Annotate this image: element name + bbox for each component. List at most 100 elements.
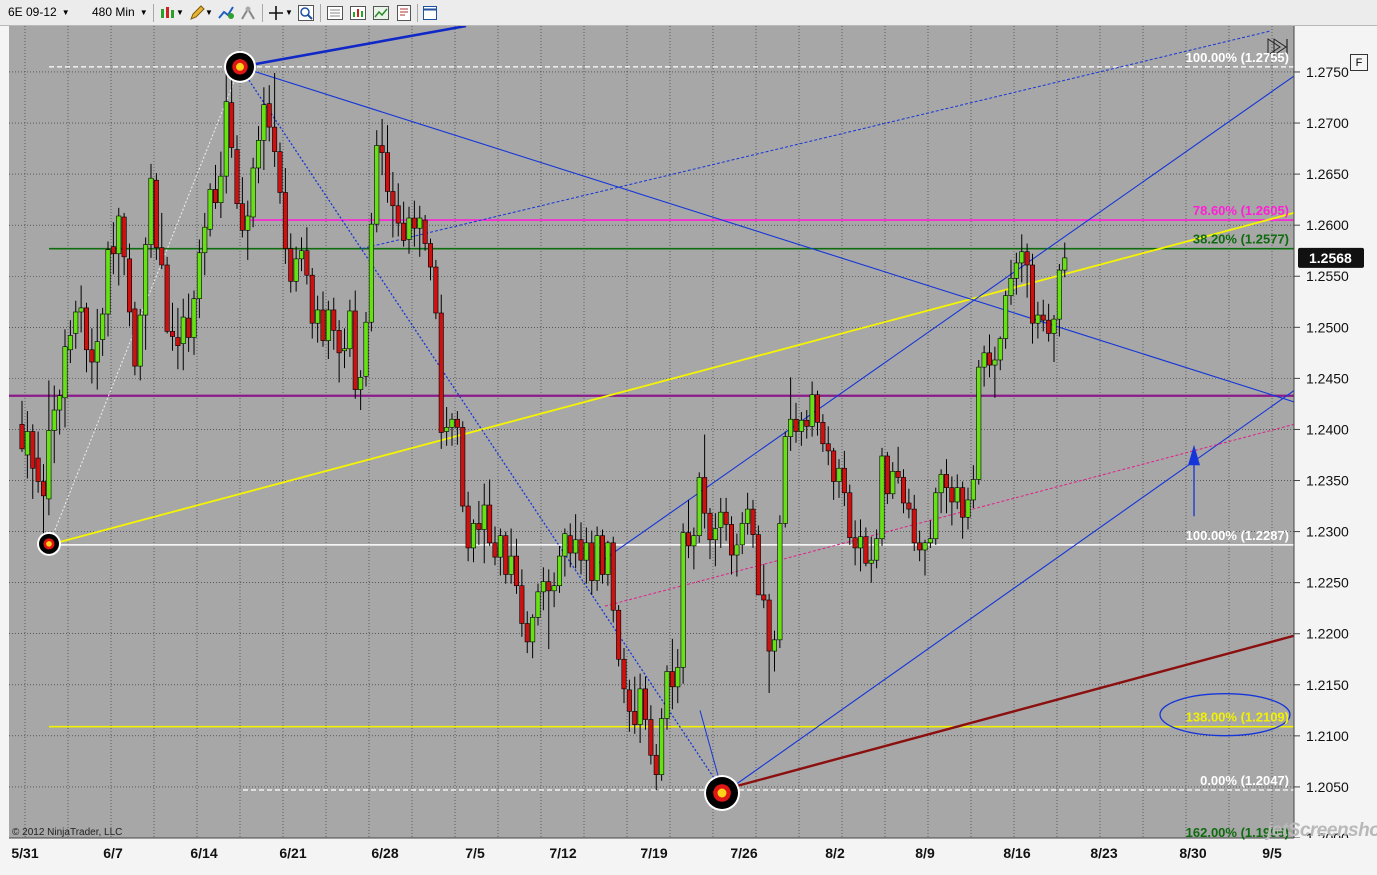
window-icon[interactable] xyxy=(421,4,439,22)
price-tick-label: 1.2200 xyxy=(1306,626,1349,642)
chevron-down-icon[interactable]: ▼ xyxy=(285,4,293,22)
instrument-selector[interactable]: 6E 09-12 ▼ xyxy=(8,3,70,22)
price-tick-label: 1.2550 xyxy=(1306,268,1349,284)
candle-body xyxy=(745,508,751,524)
copyright-label: © 2012 NinjaTrader, LLC xyxy=(12,827,122,838)
candle-body xyxy=(831,450,837,482)
window-mode-button[interactable]: F xyxy=(1350,54,1368,71)
price-tick-label: 1.2450 xyxy=(1306,370,1349,386)
candle-up xyxy=(207,183,213,237)
candle-body xyxy=(938,474,944,494)
candle-body xyxy=(476,523,482,530)
candle-body xyxy=(148,177,154,245)
fib-label-138: 138.00% (1.2109) xyxy=(1186,710,1289,725)
candle-body xyxy=(922,542,928,551)
candle-body xyxy=(401,222,407,241)
crosshair-icon[interactable] xyxy=(267,4,285,22)
candle-body xyxy=(868,559,874,564)
candle-body xyxy=(675,667,681,688)
candle-body xyxy=(175,337,181,346)
chevron-down-icon[interactable]: ▼ xyxy=(176,4,184,22)
price-tick-label: 1.2700 xyxy=(1306,115,1349,131)
candle-body xyxy=(669,671,675,688)
time-tick-label: 7/19 xyxy=(640,845,667,861)
chart-window[interactable]: 1.2750 1.2700 1.2650 1.2600 1.2550 1.2500 1.24… xyxy=(0,26,1377,875)
candle-body xyxy=(664,671,670,719)
candle-body xyxy=(30,431,36,469)
time-tick-label: 6/7 xyxy=(103,845,123,861)
candle-body xyxy=(341,348,347,352)
candle-body xyxy=(626,689,632,712)
candle-body xyxy=(213,189,219,203)
chart-properties-icon[interactable] xyxy=(326,4,344,22)
candle-body xyxy=(272,126,278,152)
candle-body xyxy=(616,609,622,660)
candle-body xyxy=(890,471,896,495)
price-tick-label: 1.2250 xyxy=(1306,575,1349,591)
chart-plot-area[interactable] xyxy=(9,26,1294,838)
interval-selector[interactable]: 480 Min ▼ xyxy=(92,3,148,22)
candle-body xyxy=(449,418,455,428)
candle-body xyxy=(105,249,111,315)
indicators-icon[interactable] xyxy=(217,4,235,22)
fib-label-382: 38.20% (1.2577) xyxy=(1193,232,1289,247)
candle-body xyxy=(562,533,568,557)
zoom-icon[interactable] xyxy=(297,4,315,22)
candle-body xyxy=(57,395,63,411)
price-chart[interactable]: 1.2750 1.2700 1.2650 1.2600 1.2550 1.2500 1.24… xyxy=(0,26,1377,875)
candle-body xyxy=(551,585,557,592)
candle-body xyxy=(954,487,960,503)
candle-body xyxy=(411,217,417,229)
candle-body xyxy=(1024,251,1030,266)
candle-up xyxy=(696,472,702,543)
chart-toolbar: 6E 09-12 ▼ 480 Min ▼ ▼ ▼ ▼ xyxy=(0,0,1377,26)
time-axis[interactable]: 5/31 6/7 6/14 6/21 6/28 7/5 7/12 7/19 7/26 8/2 8/9… xyxy=(0,837,1377,875)
candle-body xyxy=(766,599,772,652)
data-series-icon[interactable] xyxy=(349,4,367,22)
candle-up xyxy=(374,130,380,233)
drawing-pencil-icon[interactable] xyxy=(188,4,206,22)
candle-body xyxy=(40,481,46,497)
time-tick-label: 8/30 xyxy=(1179,845,1206,861)
candle-body xyxy=(702,477,708,514)
candle-body xyxy=(788,418,794,437)
swing-high-marker xyxy=(224,50,256,83)
candle-up xyxy=(777,515,783,649)
candle-down xyxy=(755,525,761,596)
candle-body xyxy=(546,581,552,592)
candle-body xyxy=(24,431,30,456)
candle-body xyxy=(798,419,804,432)
candle-body xyxy=(255,140,261,169)
candle-body xyxy=(51,409,57,431)
candle-body xyxy=(836,467,842,482)
candle-body xyxy=(19,424,25,450)
candle-body xyxy=(637,688,643,725)
time-tick-label: 8/23 xyxy=(1090,845,1117,861)
candle-body xyxy=(374,145,380,225)
fib-label-100-mid: 100.00% (1.2287) xyxy=(1186,528,1289,543)
candle-body xyxy=(320,309,326,341)
save-template-icon[interactable] xyxy=(372,4,390,22)
candle-body xyxy=(234,149,240,205)
price-axis[interactable]: 1.2750 1.2700 1.2650 1.2600 1.2550 1.2500 1.24… xyxy=(1293,26,1377,846)
candle-up xyxy=(933,487,939,545)
candle-body xyxy=(610,542,616,611)
candle-body xyxy=(884,455,890,495)
candle-body xyxy=(857,536,863,549)
bar-type-icon[interactable] xyxy=(158,4,176,22)
candle-body xyxy=(648,719,654,756)
candle-body xyxy=(986,352,992,366)
candle-body xyxy=(503,535,509,575)
fib-label-786: 78.60% (1.2605) xyxy=(1193,203,1289,218)
toolbar-divider xyxy=(417,4,418,22)
candle-body xyxy=(653,754,659,775)
strategies-icon[interactable] xyxy=(239,4,257,22)
last-price-label: 1.2568 xyxy=(1309,250,1352,266)
candle-body xyxy=(863,536,869,564)
new-tab-icon[interactable] xyxy=(395,4,413,22)
candle-body xyxy=(1051,318,1057,334)
candle-body xyxy=(1062,257,1068,271)
chevron-down-icon[interactable]: ▼ xyxy=(205,4,213,22)
candle-body xyxy=(761,594,767,601)
price-tick-label: 1.2300 xyxy=(1306,524,1349,540)
